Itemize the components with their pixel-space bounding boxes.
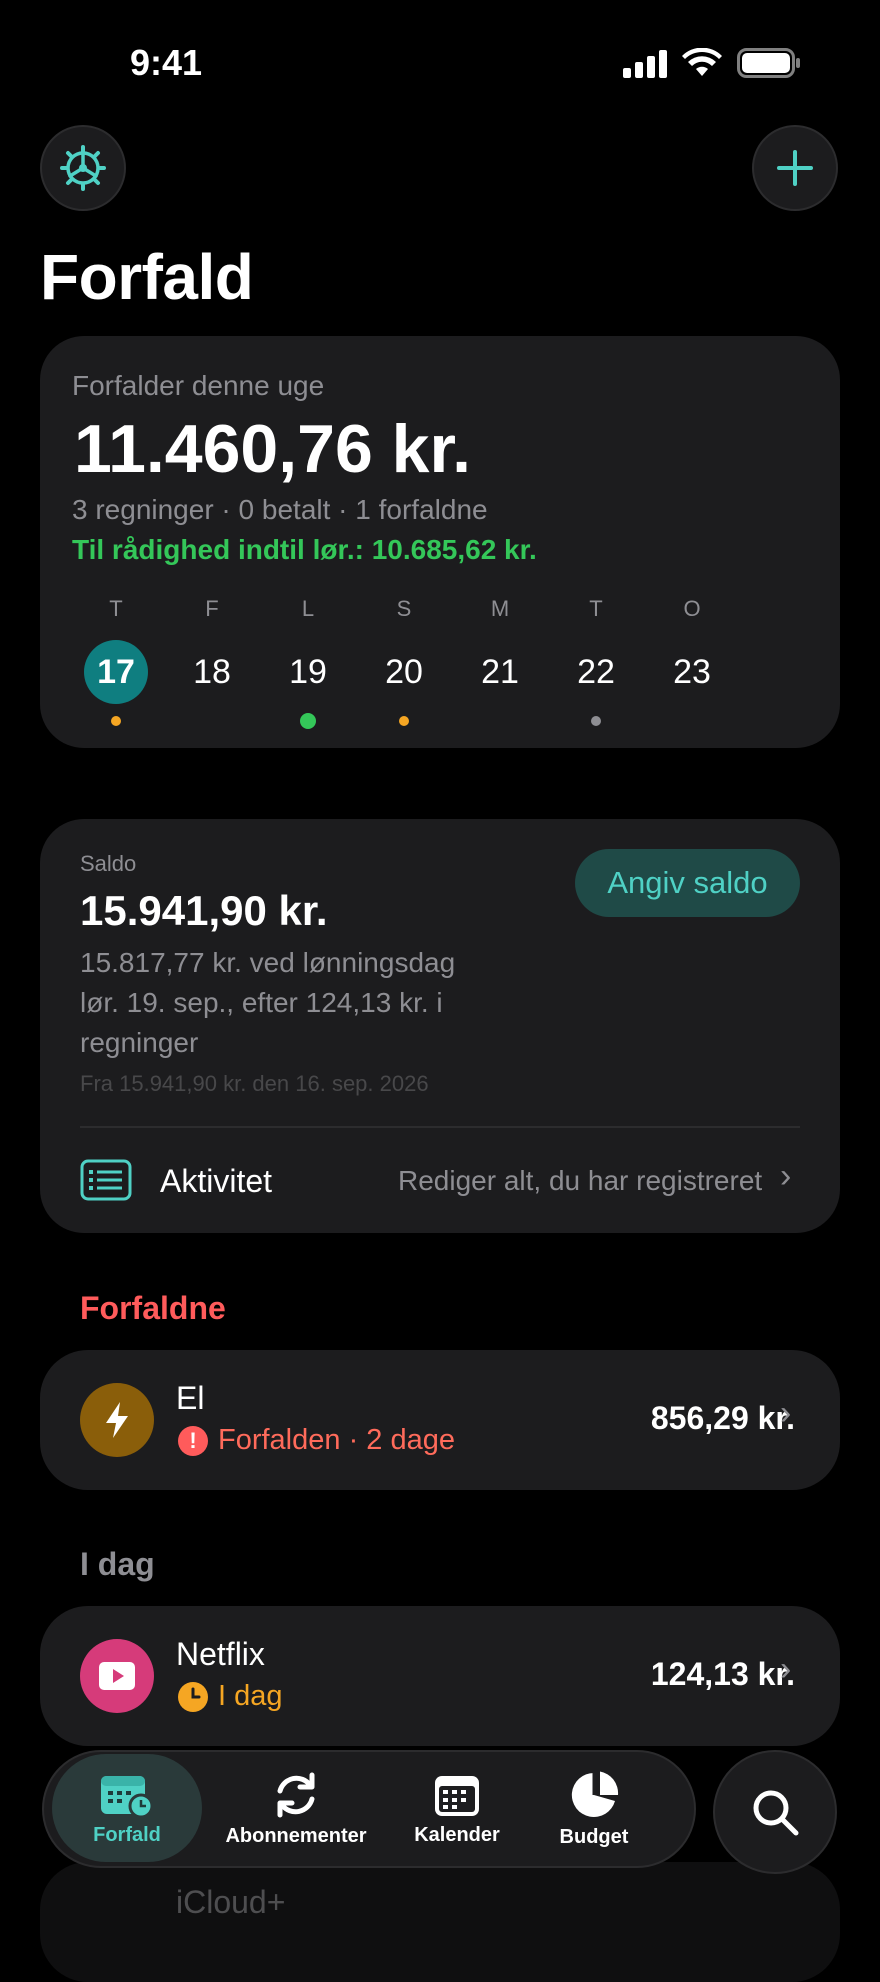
- day-17[interactable]: T 17: [76, 596, 156, 726]
- chevron-right-icon: ›: [780, 1157, 792, 1195]
- day-23[interactable]: O 23: [652, 596, 732, 726]
- day-number: 18: [193, 653, 231, 691]
- day-20[interactable]: S 20: [364, 596, 444, 726]
- due-dot: [111, 716, 121, 726]
- day-number: 17: [84, 640, 148, 704]
- day-letter: L: [301, 596, 315, 621]
- due-dot: [687, 716, 697, 726]
- list-item[interactable]: Netflix I dag 124,13 kr. ›: [40, 1606, 840, 1746]
- pie-chart-icon: [571, 1771, 619, 1817]
- week-day-strip: T 17 F 18 L 19 S 20 M 21 T 22 O 23: [76, 596, 816, 729]
- payday-line-1: 15.817,77 kr. ved lønningsdag: [80, 947, 456, 978]
- chevron-right-icon: ›: [780, 1650, 792, 1688]
- tab-abonnementer[interactable]: Abonnementer: [212, 1752, 380, 1866]
- calendar-icon: [435, 1775, 479, 1816]
- battery-icon: [737, 48, 801, 83]
- bill-name: El: [176, 1380, 205, 1416]
- week-amount: 11.460,76 kr.: [74, 411, 472, 487]
- week-label: Forfalder denne uge: [72, 370, 325, 401]
- tab-label: Kalender: [414, 1823, 500, 1846]
- tab-bar: Forfald Abonnementer Kalender Budget: [42, 1750, 696, 1868]
- day-letter: F: [205, 596, 219, 621]
- add-button[interactable]: [752, 125, 838, 211]
- tab-kalender[interactable]: Kalender: [392, 1752, 522, 1866]
- divider: [80, 1126, 800, 1128]
- day-letter: T: [109, 596, 123, 621]
- balance-card: Saldo 15.941,90 kr. Angiv saldo 15.817,7…: [40, 819, 840, 1233]
- day-number: 20: [385, 653, 423, 691]
- list-item[interactable]: El ! Forfalden · 2 dage 856,29 kr. ›: [40, 1350, 840, 1490]
- warning-icon: !: [178, 1426, 208, 1456]
- bill-name: Netflix: [176, 1636, 265, 1672]
- bill-status: I dag: [218, 1680, 283, 1712]
- week-card: Forfalder denne uge 11.460,76 kr. 3 regn…: [40, 336, 840, 748]
- activity-hint: Rediger alt, du har registreret: [398, 1165, 763, 1196]
- status-time: 9:41: [130, 42, 203, 83]
- due-dot: [591, 716, 601, 726]
- tab-label: Abonnementer: [225, 1824, 367, 1847]
- wifi-icon: [682, 47, 722, 83]
- set-balance-button[interactable]: Angiv saldo: [575, 849, 800, 917]
- bill-name: iCloud+: [176, 1884, 286, 1920]
- search-button[interactable]: [713, 1750, 837, 1874]
- refresh-icon: [277, 1772, 315, 1817]
- payday-line-2: lør. 19. sep., efter 124,13 kr. i: [80, 987, 443, 1018]
- day-18[interactable]: F 18: [172, 596, 252, 726]
- day-letter: O: [683, 596, 701, 621]
- bolt-icon: [80, 1383, 154, 1457]
- day-letter: T: [589, 596, 603, 621]
- overdue-heading: Forfaldne: [80, 1290, 226, 1326]
- balance-label: Saldo: [80, 851, 137, 876]
- today-heading: I dag: [80, 1546, 155, 1582]
- calendar-clock-icon: [101, 1775, 154, 1818]
- day-number: 21: [481, 653, 519, 691]
- search-icon: [753, 1790, 799, 1836]
- day-19[interactable]: L 19: [268, 596, 348, 729]
- clock-icon: [178, 1682, 208, 1717]
- plus-icon: [777, 150, 813, 186]
- due-dot: [207, 716, 217, 726]
- bill-status: Forfalden · 2 dage: [218, 1424, 455, 1456]
- bill-amount: 124,13 kr.: [650, 1656, 795, 1692]
- day-number: 23: [673, 653, 711, 691]
- due-dot: [300, 713, 316, 729]
- page-title: Forfald: [40, 241, 254, 313]
- signal-icon: [623, 50, 669, 83]
- day-22[interactable]: T 22: [556, 596, 636, 726]
- day-number: 22: [577, 653, 615, 691]
- day-letter: S: [396, 596, 412, 621]
- day-letter: M: [490, 596, 510, 621]
- available-amount: Til rådighed indtil lør.: 10.685,62 kr.: [72, 534, 537, 565]
- bill-amount: 856,29 kr.: [650, 1400, 795, 1436]
- tab-label: Budget: [559, 1825, 629, 1848]
- settings-button[interactable]: [40, 125, 126, 211]
- week-summary: 3 regninger · 0 betalt · 1 forfaldne: [72, 494, 488, 525]
- day-number: 19: [289, 653, 327, 691]
- list-item[interactable]: iCloud+: [40, 1862, 840, 1982]
- balance-from: Fra 15.941,90 kr. den 16. sep. 2026: [80, 1071, 429, 1096]
- day-21[interactable]: M 21: [460, 596, 540, 726]
- tab-forfald[interactable]: Forfald: [52, 1754, 202, 1862]
- play-icon: [80, 1639, 154, 1713]
- balance-amount: 15.941,90 kr.: [80, 887, 328, 934]
- tab-label: Forfald: [93, 1823, 161, 1846]
- list-icon: [80, 1159, 132, 1206]
- due-dot: [399, 716, 409, 726]
- due-dot: [495, 716, 505, 726]
- gear-icon: [60, 145, 106, 191]
- activity-label: Aktivitet: [160, 1163, 273, 1199]
- activity-row[interactable]: Aktivitet Rediger alt, du har registrere…: [80, 1131, 810, 1231]
- payday-line-3: regninger: [80, 1027, 199, 1058]
- chevron-right-icon: ›: [780, 1394, 792, 1432]
- tab-budget[interactable]: Budget: [534, 1752, 654, 1866]
